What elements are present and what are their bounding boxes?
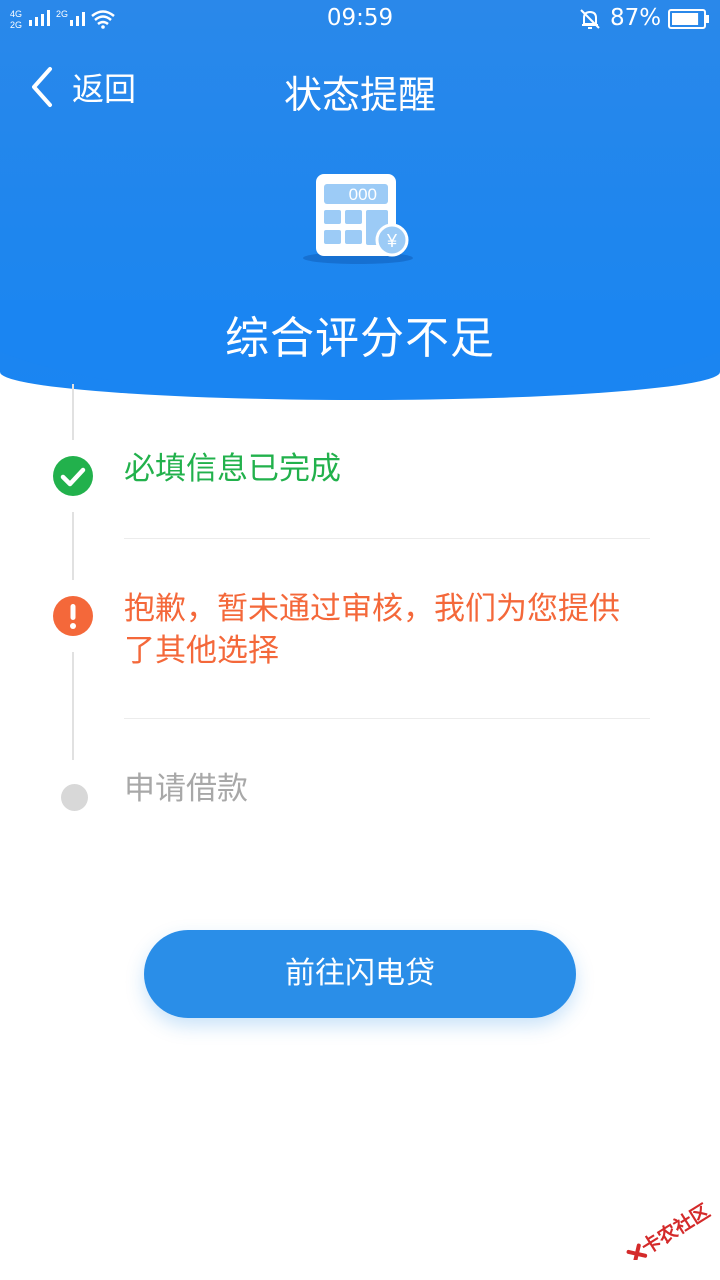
status-bar: 4G 2G 2G 09:59 87% [0,0,720,38]
watermark-text: 卡农社区 [637,1199,714,1259]
nav-bar: 返回 状态提醒 [0,50,720,130]
yuan-symbol: ¥ [386,231,398,251]
step-3-text: 申请借款 [124,771,248,807]
timeline-connector [72,512,74,580]
pending-dot-icon [61,784,88,811]
page-title: 状态提醒 [283,73,436,117]
result-title: 综合评分不足 [225,313,495,364]
exclamation-circle-icon [53,596,93,636]
divider [124,718,650,719]
step-1-text: 必填信息已完成 [124,451,341,487]
divider [124,538,650,539]
bell-muted-icon [580,9,600,29]
battery-icon [668,9,709,29]
timeline-connector [72,384,74,440]
calculator-icon: 000 ¥ [303,174,413,264]
timeline-connector [72,652,74,760]
watermark-logo: 卡农社区 [626,1199,714,1260]
check-circle-icon [53,456,93,496]
calculator-display-text: 000 [349,185,377,204]
step-2-text: 抱歉，暂未通过审核，我们为您提供了其他选择 [124,591,620,669]
go-to-flash-loan-button[interactable]: 前往闪电贷 [144,930,576,1018]
battery-percent: 87% [610,5,662,31]
